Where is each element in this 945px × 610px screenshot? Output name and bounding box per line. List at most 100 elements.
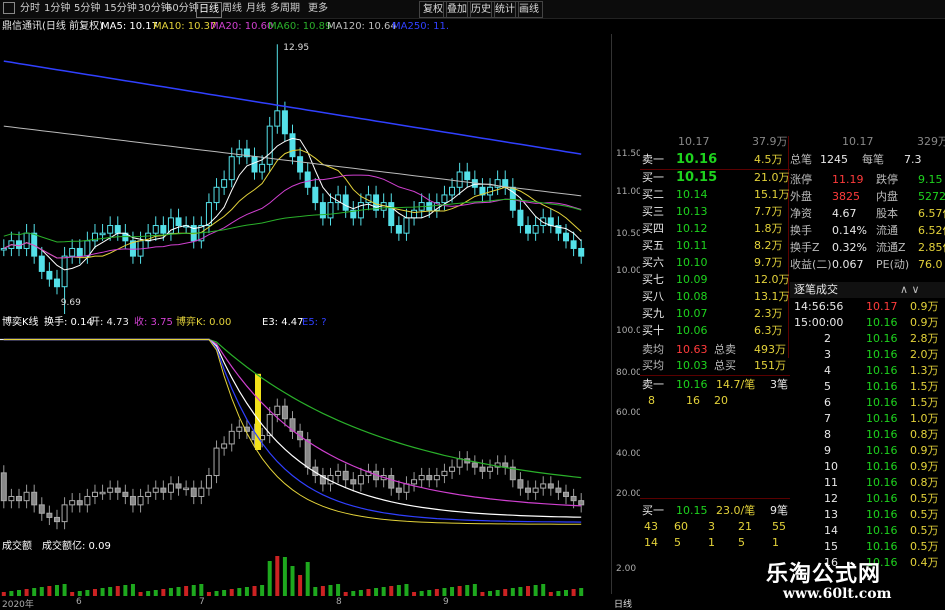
ma10-label: MA10: 10.37 [153,21,217,32]
stat-value: 0.067 [832,258,864,271]
period-tab-1[interactable]: 分时 [18,2,42,16]
chart-toolbar: 分时 1分钟 5分钟 15分钟 30分钟 60分钟 日线 周线 月线 多周期 更… [0,0,945,19]
volume-bar [328,585,333,596]
partial-d: 329万 [917,135,945,148]
bid-label: 买七 [642,273,664,286]
volume-bar [389,586,394,596]
stat-label: 跌停 [876,173,898,186]
trade-price: 10.16 [866,508,898,521]
indicator-candle [540,483,547,489]
indicator-candle [441,470,448,477]
indicator-tick: 100.0 [616,326,642,336]
bid-label: 买三 [642,205,664,218]
period-tab-monthly[interactable]: 月线 [244,2,268,16]
indicator-name: 博奕K线 [2,317,39,328]
trade-time: 9 [824,444,831,457]
bid-label: 买四 [642,222,664,235]
date-tick: 2020年 [2,600,34,610]
indicator-candle [517,479,524,489]
watermark-url: www.60lt.com [783,586,892,602]
low-price-label: 9.69 [61,298,81,308]
candle-body [213,186,220,204]
total-trades: 1245 [820,153,848,166]
volume-bar [412,592,417,596]
trade-vol: 0.4万 [910,556,939,569]
candle-body [0,247,7,251]
draw-button[interactable]: 画线 [515,1,543,18]
ma20-line [3,174,582,259]
bid-price: 10.06 [676,324,708,337]
trade-vol: 0.5万 [910,492,939,505]
indicator-candle [563,491,570,497]
indicator-chart[interactable] [0,328,612,538]
trade-vol: 0.9万 [910,316,939,329]
volume-bar [571,589,576,596]
indicator-tick: 40.00 [616,449,642,459]
trade-vol: 0.9万 [910,444,939,457]
stat-label: 内盘 [876,190,898,203]
stat-value: 3825 [832,190,860,203]
trade-vol: 0.9万 [910,300,939,313]
volume-bar [404,584,409,596]
candle-body [411,209,418,219]
volume-bar [442,588,447,596]
volume-bar [396,585,401,596]
trade-price: 10.16 [866,316,898,329]
volume-bar [108,587,113,596]
candle-body [38,255,45,272]
bid-vol: 21.0万 [754,171,790,184]
stat-label: 换手 [790,224,812,237]
indicator-candle [228,430,235,445]
volume-bar [39,587,44,596]
indicator-candle [38,504,45,514]
sell-line-vol: 14.7/笔 [716,378,756,391]
bid-label: 买六 [642,256,664,269]
volume-bar [290,566,295,596]
candle-body [23,232,30,249]
bid-label: 买二 [642,188,664,201]
sell-queue-item: 20 [714,394,728,407]
volume-bar [214,591,219,596]
period-tab-4[interactable]: 15分钟 [102,2,139,16]
date-tick: 7 [199,597,205,607]
indicator-candle [91,491,98,497]
stat-value: 0.14% [832,224,867,237]
stat-label: 收益(二) [790,258,832,271]
period-tab-weekly[interactable]: 周线 [220,2,244,16]
sell-line-price: 10.16 [676,378,708,391]
indicator-candle [46,512,53,518]
candle-body [449,186,456,196]
candle-body [319,202,326,219]
volume-bar [100,588,105,596]
indicator-candle [236,426,243,432]
candle-body [281,110,288,135]
trade-time: 2 [824,332,831,345]
trades-scroll-arrows[interactable]: ∧ ∨ [900,282,920,298]
indicator-candle [570,495,577,502]
price-chart[interactable]: 12.95 9.69 [0,34,640,314]
period-tab-3[interactable]: 5分钟 [72,2,102,16]
main-legend: 鼎信通讯(日线 前复权) [2,20,103,34]
indicator-candle [418,475,425,481]
candle-body [236,148,243,158]
stat-value: 5272 [918,190,945,203]
total-sell-label: 总卖 [714,343,736,356]
volume-bar [138,592,143,596]
volume-chart[interactable] [0,552,612,596]
partial-a: 10.17 [678,135,710,148]
menu-box-icon[interactable] [3,2,15,14]
buy-queue-item: 14 [644,536,658,549]
indicator-candle [395,487,402,493]
trade-time: 7 [824,412,831,425]
period-tab-2[interactable]: 1分钟 [42,2,72,16]
indicator-tick: 60.00 [616,408,642,418]
indicator-candle [8,495,15,502]
period-tab-multi[interactable]: 多周期 [268,2,302,16]
period-tab-more[interactable]: 更多 [306,2,330,16]
volume-bar [24,589,29,596]
volume-bar [267,561,272,596]
trade-vol: 0.5万 [910,524,939,537]
period-tab-daily[interactable]: 日线 [196,2,222,18]
candle-body [395,225,402,234]
indicator-candle [99,491,106,495]
